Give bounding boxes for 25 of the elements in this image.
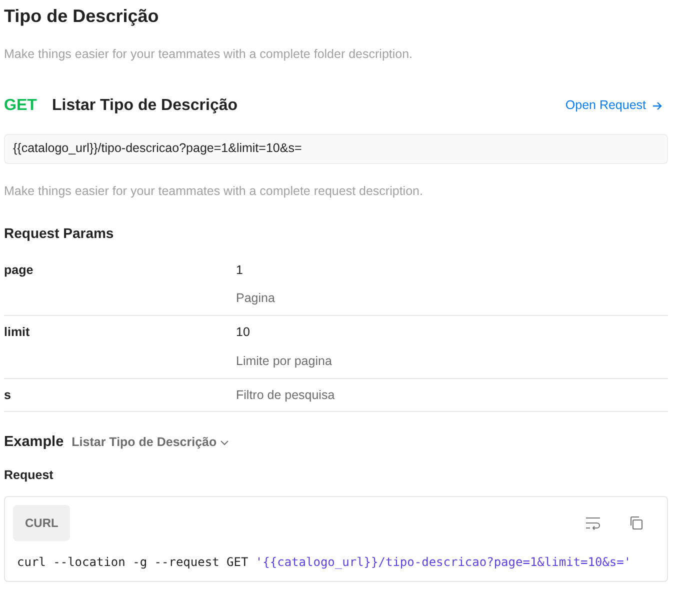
folder-description: Make things easier for your teammates with a complete folder description. bbox=[4, 46, 414, 63]
param-name: page bbox=[4, 262, 34, 279]
chevron-down-icon bbox=[220, 440, 229, 446]
param-description: Pagina bbox=[236, 290, 275, 308]
param-value: 10 bbox=[236, 324, 251, 341]
param-description: Filtro de pesquisa bbox=[236, 386, 335, 404]
section-title: Request Params bbox=[4, 224, 115, 243]
copy-icon[interactable] bbox=[629, 516, 643, 530]
code-line: curl --location -g --request GET '{{catalogo_url}}/tipo-descricao?page=1&limit=10&s=' bbox=[17, 554, 632, 571]
request-description: Make things easier for your teammates with a complete request description. bbox=[4, 182, 424, 200]
example-dropdown[interactable]: Listar Tipo de Descrição bbox=[72, 433, 229, 452]
method-label: GET bbox=[4, 96, 38, 116]
subsection-title: Request bbox=[4, 467, 54, 484]
param-name: limit bbox=[4, 324, 31, 341]
curl-tab[interactable]: CURL bbox=[13, 504, 70, 541]
request-title: Listar Tipo de Descrição bbox=[52, 96, 238, 116]
param-name: s bbox=[4, 386, 12, 404]
folder-title: Tipo de Descrição bbox=[4, 5, 160, 28]
open-request-link[interactable]: Open Request bbox=[565, 96, 662, 116]
url-field[interactable]: {{catalogo_url}}/tipo-descricao?page=1&limit=10&s= bbox=[4, 134, 668, 164]
section-title: Example bbox=[4, 433, 64, 452]
param-value: 1 bbox=[236, 262, 244, 278]
wrap-icon[interactable] bbox=[585, 516, 601, 530]
arrow-right-icon bbox=[652, 100, 662, 111]
param-description: Limite por pagina bbox=[236, 352, 332, 370]
